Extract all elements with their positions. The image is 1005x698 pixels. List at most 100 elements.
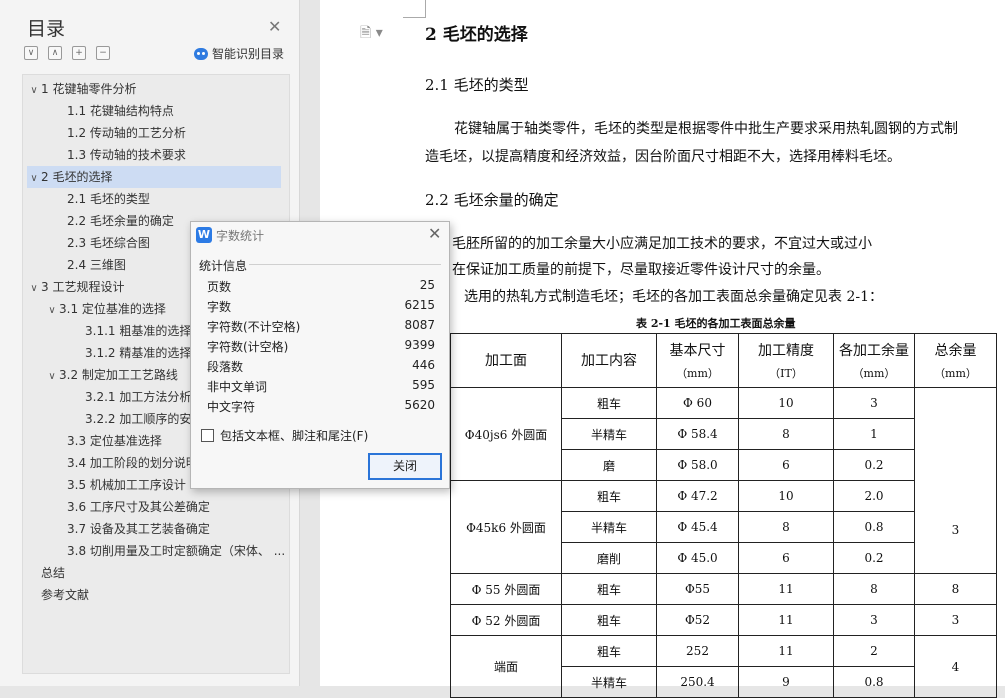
- chevron-down-icon[interactable]: ∨: [27, 168, 41, 188]
- paragraph-line: 造毛坯，以提高精度和经济效益，因台阶面尺寸相距不大，选择用棒料毛坯。: [425, 149, 901, 165]
- toc-item-label: 3.3 定位基准选择: [67, 434, 162, 448]
- include-notes-checkbox[interactable]: 包括文本框、脚注和尾注(F): [201, 427, 368, 444]
- allowance-cell: 0.8: [833, 511, 915, 543]
- table-header-cell: 各加工余量 （mm）: [833, 333, 915, 388]
- stat-row: 字符数(不计空格) 8087: [207, 318, 435, 338]
- smart-toc-label: 智能识别目录: [212, 47, 285, 61]
- smart-toc-button[interactable]: 智能识别目录: [194, 45, 284, 62]
- close-button[interactable]: 关闭: [368, 453, 442, 480]
- content-cell: 半精车: [561, 511, 657, 543]
- toc-item[interactable]: 1.3 传动轴的技术要求: [57, 144, 285, 166]
- toc-title: 目录: [27, 18, 66, 40]
- heading-1: 2 毛坯的选择: [425, 25, 528, 45]
- precision-cell: 11: [738, 604, 834, 636]
- word-count-dialog: W 字数统计 ✕ 统计信息 页数 25 字数 6215 字符数(不计空格) 8087 字符数…: [190, 221, 450, 489]
- stat-row: 中文字符 5620: [207, 398, 435, 418]
- toc-item-label: 2.3 毛坯综合图: [67, 236, 150, 250]
- allowance-cell: 0.8: [833, 666, 915, 698]
- total-cell: 8: [914, 573, 997, 605]
- toc-item-label: 1.3 传动轴的技术要求: [67, 148, 186, 162]
- close-icon[interactable]: ✕: [268, 17, 281, 36]
- toc-item-label: 参考文献: [41, 588, 90, 602]
- allowance-cell: 2: [833, 635, 915, 667]
- stat-row: 非中文单词 595: [207, 378, 435, 398]
- toc-item-label: 总结: [41, 566, 66, 580]
- add-icon[interactable]: +: [72, 46, 86, 60]
- table-row: Φ 52 外圆面 粗车 Φ52 11 3 3: [450, 604, 997, 636]
- toc-item-label: 3.2.2 加工顺序的安排: [85, 412, 204, 426]
- chevron-down-icon[interactable]: ∨: [27, 278, 41, 298]
- size-cell: Φ52: [656, 604, 739, 636]
- toc-item-label: 3.7 设备及其工艺装备确定: [67, 522, 210, 536]
- surface-cell: Φ 52 外圆面: [450, 604, 562, 636]
- paragraph-line: 在保证加工质量的前提下，尽量取接近零件设计尺寸的余量。: [452, 262, 830, 278]
- precision-cell: 6: [738, 449, 834, 481]
- collapse-all-icon[interactable]: ∨: [24, 46, 38, 60]
- toc-item[interactable]: 2.1 毛坯的类型: [57, 188, 285, 210]
- toc-item[interactable]: 参考文献: [41, 584, 285, 606]
- table-header-cell: 基本尺寸 （mm）: [656, 333, 739, 388]
- allowance-cell: 0.2: [833, 449, 915, 481]
- toc-item-label: 3.6 工序尺寸及其公差确定: [67, 500, 210, 514]
- table-row: Φ40js6 外圆面 粗车 Φ 60 10 3 3: [450, 387, 997, 574]
- toc-item-label: 3.2 制定加工工艺路线: [59, 368, 178, 382]
- checkbox-label: 包括文本框、脚注和尾注(F): [220, 429, 369, 443]
- divider: [249, 264, 441, 265]
- toc-item-label: 1 花键轴零件分析: [41, 82, 137, 96]
- dialog-title: 字数统计: [216, 229, 265, 243]
- checkbox-icon[interactable]: [201, 429, 214, 442]
- toc-item[interactable]: 3.6 工序尺寸及其公差确定: [57, 496, 285, 518]
- toc-item-label: 2.4 三维图: [67, 258, 126, 272]
- wps-app-icon: W: [196, 227, 212, 243]
- expand-up-icon[interactable]: ∧: [48, 46, 62, 60]
- chevron-down-icon[interactable]: ∨: [45, 300, 59, 320]
- document-options-icon[interactable]: 🗎 ▾: [360, 22, 383, 46]
- close-icon[interactable]: ✕: [428, 224, 441, 243]
- header-label: 加工面: [485, 352, 527, 369]
- size-cell: Φ 45.4: [656, 511, 739, 543]
- allowance-cell: 3: [833, 604, 915, 636]
- precision-cell: 6: [738, 542, 834, 574]
- toc-item[interactable]: ∨ 2 毛坯的选择: [27, 166, 281, 188]
- dialog-titlebar[interactable]: W 字数统计 ✕: [191, 222, 449, 248]
- allowance-cell: 1: [833, 418, 915, 450]
- table-row: 端面 粗车 252 11 2 4: [450, 635, 997, 698]
- toc-item[interactable]: 3.8 切削用量及工时定额确定（宋体、 ...: [57, 540, 285, 562]
- paragraph-line: 毛胚所留的的加工余量大小应满足加工技术的要求，不宜过大或过小: [452, 236, 872, 252]
- toc-item[interactable]: 3.7 设备及其工艺装备确定: [57, 518, 285, 540]
- stat-label: 中文字符: [207, 400, 256, 414]
- robot-icon: [194, 47, 208, 60]
- content-cell: 粗车: [561, 480, 657, 512]
- chevron-down-icon[interactable]: ∨: [45, 366, 59, 386]
- stat-label: 字符数(计空格): [207, 340, 289, 354]
- toc-item[interactable]: 1.1 花键轴结构特点: [57, 100, 285, 122]
- table-header-cell: 加工精度 （IT）: [738, 333, 834, 388]
- section-label: 统计信息: [199, 259, 248, 273]
- remove-icon[interactable]: −: [96, 46, 110, 60]
- surface-cell: 端面: [450, 635, 562, 698]
- header-label: 总余量: [934, 342, 977, 359]
- toc-item-label: 3.8 切削用量及工时定额确定（宋体、 ...: [67, 544, 285, 558]
- toc-item[interactable]: 总结: [41, 562, 285, 584]
- stat-row: 段落数 446: [207, 358, 435, 378]
- toc-item[interactable]: ∨ 1 花键轴零件分析: [27, 78, 285, 100]
- chevron-down-icon[interactable]: ∨: [27, 80, 41, 100]
- precision-cell: 8: [738, 418, 834, 450]
- surface-cell: Φ40js6 外圆面: [450, 387, 562, 481]
- stat-value: 595: [412, 378, 435, 392]
- content-cell: 粗车: [561, 573, 657, 605]
- paragraph-line: 花键轴属于轴类零件，毛坯的类型是根据零件中批生产要求采用热轧圆钢的方式制: [454, 121, 958, 137]
- toc-item-label: 2 毛坯的选择: [41, 170, 113, 184]
- size-cell: Φ 60: [656, 387, 739, 419]
- stat-label: 字数: [207, 300, 232, 314]
- size-cell: Φ 58.0: [656, 449, 739, 481]
- page-corner-mark: [403, 0, 426, 18]
- toc-item[interactable]: 1.2 传动轴的工艺分析: [57, 122, 285, 144]
- precision-cell: 10: [738, 387, 834, 419]
- surface-cell: Φ 55 外圆面: [450, 573, 562, 605]
- stat-value: 6215: [404, 298, 435, 312]
- header-label: 各加工余量: [839, 342, 909, 359]
- allowance-cell: 2.0: [833, 480, 915, 512]
- content-cell: 磨削: [561, 542, 657, 574]
- content-cell: 粗车: [561, 604, 657, 636]
